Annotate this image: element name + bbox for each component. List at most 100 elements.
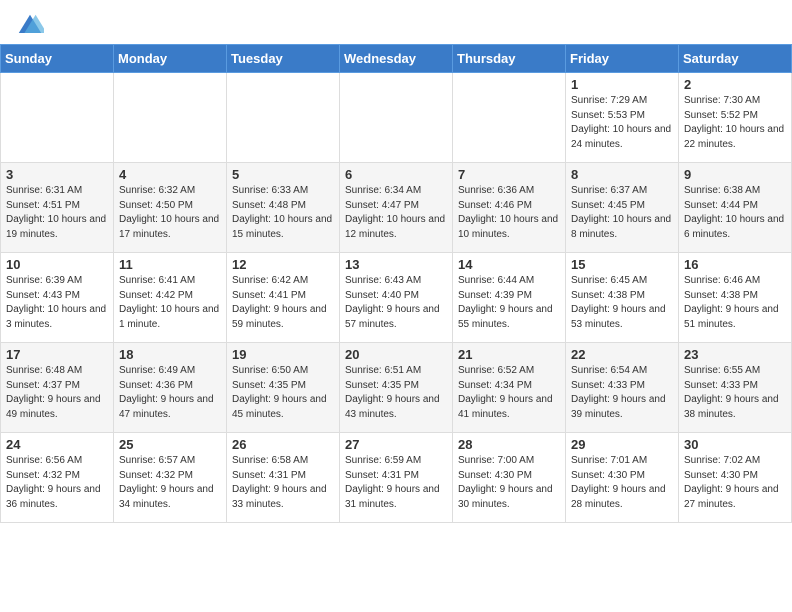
col-header-thursday: Thursday [453,45,566,73]
calendar-cell: 22 Sunrise: 6:54 AM Sunset: 4:33 PM Dayli… [566,343,679,433]
day-number: 26 [232,437,334,452]
day-number: 7 [458,167,560,182]
calendar-cell [114,73,227,163]
calendar-cell: 25 Sunrise: 6:57 AM Sunset: 4:32 PM Dayli… [114,433,227,523]
day-info: Sunrise: 7:01 AM Sunset: 4:30 PM Dayligh… [571,454,673,512]
calendar-cell: 18 Sunrise: 6:49 AM Sunset: 4:36 PM Dayli… [114,343,227,433]
day-number: 14 [458,257,560,272]
day-number: 19 [232,347,334,362]
calendar-cell [227,73,340,163]
day-info: Sunrise: 6:41 AM Sunset: 4:42 PM Dayligh… [119,274,221,332]
col-header-sunday: Sunday [1,45,114,73]
day-number: 21 [458,347,560,362]
calendar-cell: 24 Sunrise: 6:56 AM Sunset: 4:32 PM Dayli… [1,433,114,523]
day-info: Sunrise: 6:48 AM Sunset: 4:37 PM Dayligh… [6,364,108,422]
col-header-tuesday: Tuesday [227,45,340,73]
calendar-cell: 15 Sunrise: 6:45 AM Sunset: 4:38 PM Dayli… [566,253,679,343]
day-info: Sunrise: 6:45 AM Sunset: 4:38 PM Dayligh… [571,274,673,332]
calendar-cell: 4 Sunrise: 6:32 AM Sunset: 4:50 PM Daylig… [114,163,227,253]
day-info: Sunrise: 6:57 AM Sunset: 4:32 PM Dayligh… [119,454,221,512]
day-number: 9 [684,167,786,182]
calendar-cell: 28Sunrise: 7:00 AM Sunset: 4:30 PM Dayli… [453,433,566,523]
calendar-cell: 26Sunrise: 6:58 AM Sunset: 4:31 PM Dayli… [227,433,340,523]
day-info: Sunrise: 7:00 AM Sunset: 4:30 PM Dayligh… [458,454,560,512]
day-number: 27 [345,437,447,452]
week-row-1: 1 Sunrise: 7:29 AM Sunset: 5:53 PM Daylig… [1,73,792,163]
day-number: 17 [6,347,108,362]
calendar-cell [453,73,566,163]
day-info: Sunrise: 6:54 AM Sunset: 4:33 PM Dayligh… [571,364,673,422]
calendar-cell: 30 Sunrise: 7:02 AM Sunset: 4:30 PM Dayli… [679,433,792,523]
day-info: Sunrise: 6:52 AM Sunset: 4:34 PM Dayligh… [458,364,560,422]
day-info: Sunrise: 6:33 AM Sunset: 4:48 PM Dayligh… [232,184,334,242]
day-number: 30 [684,437,786,452]
day-info: Sunrise: 6:44 AM Sunset: 4:39 PM Dayligh… [458,274,560,332]
day-info: Sunrise: 6:56 AM Sunset: 4:32 PM Dayligh… [6,454,108,512]
day-number: 3 [6,167,108,182]
day-number: 25 [119,437,221,452]
calendar-cell: 11 Sunrise: 6:41 AM Sunset: 4:42 PM Dayli… [114,253,227,343]
col-header-monday: Monday [114,45,227,73]
week-row-5: 24 Sunrise: 6:56 AM Sunset: 4:32 PM Dayli… [1,433,792,523]
day-info: Sunrise: 6:49 AM Sunset: 4:36 PM Dayligh… [119,364,221,422]
day-info: Sunrise: 6:37 AM Sunset: 4:45 PM Dayligh… [571,184,673,242]
calendar-cell: 19 Sunrise: 6:50 AM Sunset: 4:35 PM Dayli… [227,343,340,433]
calendar-cell: 27 Sunrise: 6:59 AM Sunset: 4:31 PM Dayli… [340,433,453,523]
day-number: 18 [119,347,221,362]
day-info: Sunrise: 7:30 AM Sunset: 5:52 PM Dayligh… [684,94,786,152]
day-info: Sunrise: 7:29 AM Sunset: 5:53 PM Dayligh… [571,94,673,152]
calendar-cell: 9 Sunrise: 6:38 AM Sunset: 4:44 PM Daylig… [679,163,792,253]
calendar-cell: 21 Sunrise: 6:52 AM Sunset: 4:34 PM Dayli… [453,343,566,433]
day-info: Sunrise: 6:32 AM Sunset: 4:50 PM Dayligh… [119,184,221,242]
day-info: Sunrise: 6:59 AM Sunset: 4:31 PM Dayligh… [345,454,447,512]
day-info: Sunrise: 6:51 AM Sunset: 4:35 PM Dayligh… [345,364,447,422]
day-info: Sunrise: 6:39 AM Sunset: 4:43 PM Dayligh… [6,274,108,332]
calendar-cell: 17 Sunrise: 6:48 AM Sunset: 4:37 PM Dayli… [1,343,114,433]
day-info: Sunrise: 6:38 AM Sunset: 4:44 PM Dayligh… [684,184,786,242]
day-number: 23 [684,347,786,362]
day-number: 20 [345,347,447,362]
logo [16,12,48,40]
calendar-cell: 3Sunrise: 6:31 AM Sunset: 4:51 PM Daylig… [1,163,114,253]
calendar-cell: 8 Sunrise: 6:37 AM Sunset: 4:45 PM Daylig… [566,163,679,253]
calendar-table: SundayMondayTuesdayWednesdayThursdayFrid… [0,44,792,523]
day-number: 13 [345,257,447,272]
week-row-2: 3Sunrise: 6:31 AM Sunset: 4:51 PM Daylig… [1,163,792,253]
calendar-cell: 2Sunrise: 7:30 AM Sunset: 5:52 PM Daylig… [679,73,792,163]
col-header-friday: Friday [566,45,679,73]
day-number: 8 [571,167,673,182]
day-info: Sunrise: 6:55 AM Sunset: 4:33 PM Dayligh… [684,364,786,422]
calendar-cell: 20 Sunrise: 6:51 AM Sunset: 4:35 PM Dayli… [340,343,453,433]
calendar-cell: 10 Sunrise: 6:39 AM Sunset: 4:43 PM Dayli… [1,253,114,343]
calendar-cell: 6Sunrise: 6:34 AM Sunset: 4:47 PM Daylig… [340,163,453,253]
day-info: Sunrise: 6:50 AM Sunset: 4:35 PM Dayligh… [232,364,334,422]
day-info: Sunrise: 6:42 AM Sunset: 4:41 PM Dayligh… [232,274,334,332]
day-info: Sunrise: 6:36 AM Sunset: 4:46 PM Dayligh… [458,184,560,242]
calendar-cell: 16Sunrise: 6:46 AM Sunset: 4:38 PM Dayli… [679,253,792,343]
calendar-header-row: SundayMondayTuesdayWednesdayThursdayFrid… [1,45,792,73]
day-info: Sunrise: 7:02 AM Sunset: 4:30 PM Dayligh… [684,454,786,512]
day-number: 16 [684,257,786,272]
day-number: 11 [119,257,221,272]
day-number: 12 [232,257,334,272]
page-header [0,0,792,44]
day-number: 10 [6,257,108,272]
week-row-3: 10 Sunrise: 6:39 AM Sunset: 4:43 PM Dayli… [1,253,792,343]
day-number: 15 [571,257,673,272]
col-header-wednesday: Wednesday [340,45,453,73]
calendar-cell [340,73,453,163]
day-number: 5 [232,167,334,182]
calendar-cell: 13Sunrise: 6:43 AM Sunset: 4:40 PM Dayli… [340,253,453,343]
col-header-saturday: Saturday [679,45,792,73]
day-number: 29 [571,437,673,452]
day-number: 24 [6,437,108,452]
calendar-cell: 1 Sunrise: 7:29 AM Sunset: 5:53 PM Daylig… [566,73,679,163]
day-number: 4 [119,167,221,182]
day-number: 1 [571,77,673,92]
calendar-cell: 23 Sunrise: 6:55 AM Sunset: 4:33 PM Dayli… [679,343,792,433]
day-number: 6 [345,167,447,182]
week-row-4: 17 Sunrise: 6:48 AM Sunset: 4:37 PM Dayli… [1,343,792,433]
calendar-cell: 14 Sunrise: 6:44 AM Sunset: 4:39 PM Dayli… [453,253,566,343]
day-number: 22 [571,347,673,362]
logo-icon [16,12,44,40]
